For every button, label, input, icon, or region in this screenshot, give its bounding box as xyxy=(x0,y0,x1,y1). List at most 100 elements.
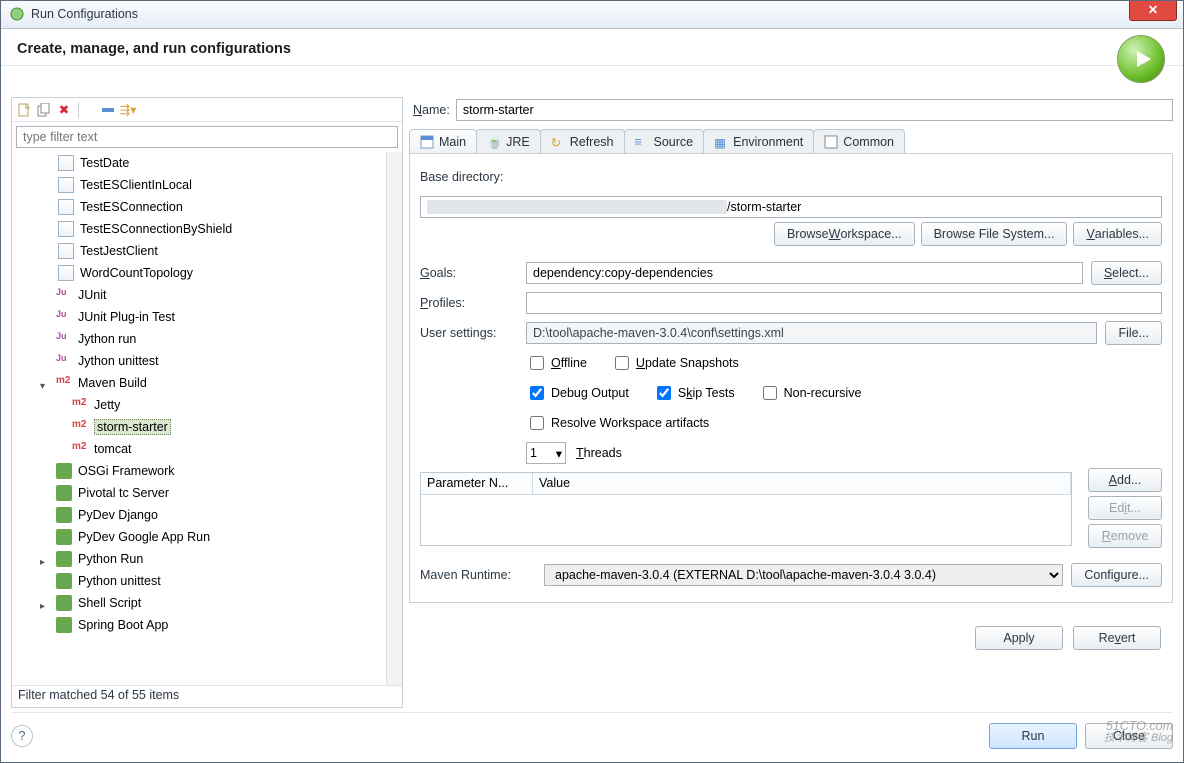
refresh-tab-icon: ↻ xyxy=(551,135,565,149)
run-icon-large xyxy=(1117,35,1165,83)
offline-checkbox[interactable]: Offline xyxy=(526,353,587,373)
tree-item[interactable]: JuJUnit xyxy=(12,284,402,306)
configure-runtime-button[interactable]: Configure... xyxy=(1071,563,1162,587)
profiles-label: Profiles: xyxy=(420,296,518,310)
junit-plugin-icon: Ju xyxy=(56,309,72,325)
java-file-icon xyxy=(58,177,74,193)
profiles-input[interactable] xyxy=(526,292,1162,314)
revert-button[interactable]: Revert xyxy=(1073,626,1161,650)
maven-runtime-label: Maven Runtime: xyxy=(420,568,536,582)
tree-item[interactable]: PyDev Google App Run xyxy=(12,526,402,548)
separator xyxy=(78,102,94,118)
run-button[interactable]: Run xyxy=(989,723,1077,749)
tab-main[interactable]: Main xyxy=(409,129,477,153)
maven-runtime-select[interactable]: apache-maven-3.0.4 (EXTERNAL D:\tool\apa… xyxy=(544,564,1063,586)
tree-item[interactable]: m2storm-starter xyxy=(12,416,402,438)
update-snapshots-checkbox[interactable]: Update Snapshots xyxy=(611,353,739,373)
base-dir-input[interactable]: /storm-starter xyxy=(420,196,1162,218)
tree-item[interactable]: m2tomcat xyxy=(12,438,402,460)
help-button[interactable]: ? xyxy=(11,725,33,747)
tree-item[interactable]: m2Jetty xyxy=(12,394,402,416)
jre-tab-icon: 🍵 xyxy=(487,135,501,149)
tree-item[interactable]: Python unittest xyxy=(12,570,402,592)
shell-icon xyxy=(56,595,72,611)
parameters-table[interactable]: Parameter N... Value xyxy=(420,472,1072,546)
gapp-icon xyxy=(56,529,72,545)
java-file-icon xyxy=(58,199,74,215)
titlebar: Run Configurations ✕ xyxy=(1,1,1183,29)
tab-environment[interactable]: ▦Environment xyxy=(703,129,814,153)
tab-common[interactable]: Common xyxy=(813,129,905,153)
resolve-ws-checkbox[interactable]: Resolve Workspace artifacts xyxy=(526,413,709,433)
select-goals-button[interactable]: Select... xyxy=(1091,261,1162,285)
tree-item[interactable]: OSGi Framework xyxy=(12,460,402,482)
user-settings-input[interactable] xyxy=(526,322,1097,344)
skip-tests-checkbox[interactable]: Skip Tests xyxy=(653,383,735,403)
config-list-panel: ✖ ⇶▾ TestDateTestESClientInLocalTestESCo… xyxy=(11,97,403,708)
user-settings-label: User settings: xyxy=(420,326,518,340)
name-input[interactable] xyxy=(456,99,1173,121)
osgi-icon xyxy=(56,463,72,479)
python-icon xyxy=(56,573,72,589)
tab-source[interactable]: ≡Source xyxy=(624,129,705,153)
tree-item[interactable]: TestESClientInLocal xyxy=(12,174,402,196)
window-close-button[interactable]: ✕ xyxy=(1129,1,1177,21)
tree-item[interactable]: Spring Boot App xyxy=(12,614,402,636)
apply-button[interactable]: Apply xyxy=(975,626,1063,650)
new-config-icon[interactable] xyxy=(16,102,32,118)
tree-item[interactable]: TestJestClient xyxy=(12,240,402,262)
tree-item[interactable]: PyDev Django xyxy=(12,504,402,526)
jython-icon: Ju xyxy=(56,331,72,347)
config-tree[interactable]: TestDateTestESClientInLocalTestESConnect… xyxy=(12,152,402,685)
dialog-window: Run Configurations ✕ Create, manage, and… xyxy=(0,0,1184,763)
collapse-icon[interactable] xyxy=(100,102,116,118)
tree-item[interactable]: Pivotal tc Server xyxy=(12,482,402,504)
maven-icon: m2 xyxy=(72,397,88,413)
dialog-footer: ? Run Close xyxy=(11,712,1173,752)
config-editor-panel: Name: Main 🍵JRE ↻Refresh ≡Source ▦Enviro… xyxy=(409,97,1173,708)
param-name-col[interactable]: Parameter N... xyxy=(421,473,533,495)
filter-box xyxy=(16,126,398,148)
tree-scrollbar[interactable] xyxy=(386,152,402,685)
remove-param-button[interactable]: Remove xyxy=(1088,524,1162,548)
tab-refresh[interactable]: ↻Refresh xyxy=(540,129,625,153)
threads-spinner[interactable]: 1▾ xyxy=(526,442,566,464)
tree-item[interactable]: JuJython unittest xyxy=(12,350,402,372)
tree-item[interactable]: Python Run xyxy=(12,548,402,570)
env-tab-icon: ▦ xyxy=(714,135,728,149)
goals-input[interactable] xyxy=(526,262,1083,284)
tab-jre[interactable]: 🍵JRE xyxy=(476,129,541,153)
edit-param-button[interactable]: Edit... xyxy=(1088,496,1162,520)
filter-icon[interactable]: ⇶▾ xyxy=(120,102,136,118)
duplicate-icon[interactable] xyxy=(36,102,52,118)
delete-icon[interactable]: ✖ xyxy=(56,102,72,118)
base-dir-label: Base directory: xyxy=(420,170,503,184)
tree-item[interactable]: TestESConnection xyxy=(12,196,402,218)
browse-filesystem-button[interactable]: Browse File System... xyxy=(921,222,1068,246)
tree-item[interactable]: TestDate xyxy=(12,152,402,174)
header-title: Create, manage, and run configurations xyxy=(17,41,1167,57)
tree-item[interactable]: TestESConnectionByShield xyxy=(12,218,402,240)
watermark: 51CTO.com技术博客 Blog xyxy=(1104,715,1173,744)
name-label: Name: xyxy=(413,103,450,117)
tree-item[interactable]: JuJython run xyxy=(12,328,402,350)
add-param-button[interactable]: Add... xyxy=(1088,468,1162,492)
app-icon xyxy=(9,6,25,22)
debug-output-checkbox[interactable]: Debug Output xyxy=(526,383,629,403)
tree-item[interactable]: WordCountTopology xyxy=(12,262,402,284)
window-title: Run Configurations xyxy=(31,7,138,21)
toolbar: ✖ ⇶▾ xyxy=(12,98,402,122)
non-recursive-checkbox[interactable]: Non-recursive xyxy=(759,383,862,403)
python-icon xyxy=(56,551,72,567)
tree-item-maven[interactable]: m2Maven Build xyxy=(12,372,402,394)
file-button[interactable]: File... xyxy=(1105,321,1162,345)
maven-icon: m2 xyxy=(72,419,88,435)
variables-button[interactable]: Variables... xyxy=(1073,222,1162,246)
main-tab-icon xyxy=(420,135,434,149)
param-value-col[interactable]: Value xyxy=(533,473,1071,495)
filter-input[interactable] xyxy=(16,126,398,148)
tree-item[interactable]: Shell Script xyxy=(12,592,402,614)
tree-item[interactable]: JuJUnit Plug-in Test xyxy=(12,306,402,328)
django-icon xyxy=(56,507,72,523)
browse-workspace-button[interactable]: Browse Workspace... xyxy=(774,222,915,246)
